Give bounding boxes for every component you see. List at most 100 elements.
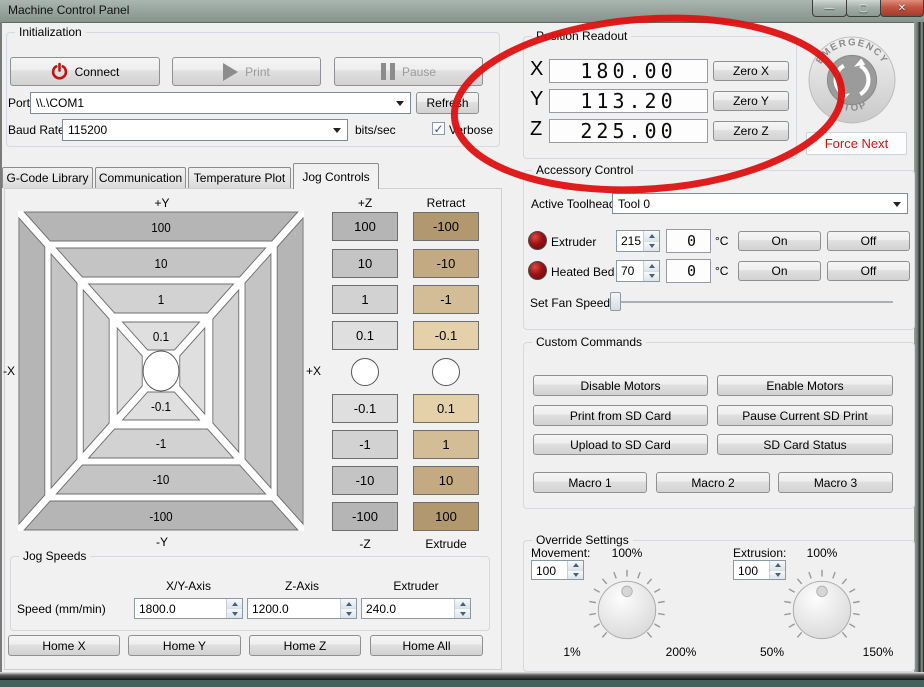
close-icon: ✕ — [898, 3, 906, 14]
heated-bed-on-label: On — [771, 264, 787, 278]
refresh-button[interactable]: Refresh — [416, 92, 479, 114]
jog-z-plus-10-button[interactable]: 10 — [332, 249, 398, 278]
retract-minus-100-button[interactable]: -100 — [413, 212, 479, 241]
jog-z-plus-0.1-button[interactable]: 0.1 — [332, 321, 398, 350]
retract-center-button[interactable] — [432, 358, 460, 386]
tab-jog-controls[interactable]: Jog Controls — [293, 163, 379, 189]
jog-x-plus-10[interactable] — [245, 254, 271, 488]
jog-z-button-label: 0.1 — [356, 328, 374, 343]
xy-speed-spinner[interactable]: 1800.0 — [134, 598, 243, 619]
pause-sd-print-button[interactable]: Pause Current SD Print — [717, 405, 893, 426]
zero-z-button[interactable]: Zero Z — [713, 121, 789, 141]
spinner-arrows[interactable] — [340, 599, 356, 618]
extrude-1-button[interactable]: 1 — [413, 430, 479, 459]
jog-z-plus-1-button[interactable]: 1 — [332, 285, 398, 314]
baud-rate-combobox[interactable]: 115200 — [62, 119, 348, 141]
heated-bed-off-button[interactable]: Off — [827, 261, 910, 281]
jog-x-minus-10[interactable] — [51, 254, 77, 488]
extruder-on-button[interactable]: On — [738, 231, 821, 251]
tab-temperature-plot[interactable]: Temperature Plot — [188, 167, 291, 188]
home-x-button[interactable]: Home X — [8, 635, 120, 656]
macro-3-button[interactable]: Macro 3 — [778, 472, 893, 493]
spinner-arrows[interactable] — [643, 231, 659, 251]
jog-x-minus-100[interactable] — [19, 218, 45, 524]
spinner-arrows[interactable] — [567, 561, 583, 579]
movement-override-value: 100 — [532, 561, 567, 579]
jog-z-center-button[interactable] — [351, 358, 379, 386]
jog-y-minus-10[interactable] — [56, 465, 265, 494]
jog-y-plus-100[interactable] — [24, 212, 297, 241]
zero-y-button[interactable]: Zero Y — [713, 91, 789, 111]
jog-y-plus-1[interactable] — [89, 284, 234, 313]
jog-z-minus-1-button[interactable]: -1 — [332, 430, 398, 459]
spinner-arrows[interactable] — [643, 261, 659, 281]
spin-down-icon — [232, 612, 238, 619]
retract-minus-1-button[interactable]: -1 — [413, 285, 479, 314]
extrude-10-button[interactable]: 10 — [413, 466, 479, 495]
position-z-value: 225.00 — [580, 119, 676, 143]
z-speed-spinner[interactable]: 1200.0 — [247, 598, 357, 619]
extruder-speed-spinner[interactable]: 240.0 — [361, 598, 471, 619]
jog-y-plus-10[interactable] — [56, 248, 265, 277]
retract-minus-0.1-button[interactable]: -0.1 — [413, 321, 479, 350]
spinner-arrows[interactable] — [454, 599, 470, 618]
movement-override-spinner[interactable]: 100 — [531, 560, 584, 580]
macro-1-button[interactable]: Macro 1 — [533, 472, 647, 493]
jog-z-plus-100-button[interactable]: 100 — [332, 212, 398, 241]
upload-to-sd-button[interactable]: Upload to SD Card — [533, 434, 708, 455]
zero-x-button[interactable]: Zero X — [713, 61, 789, 81]
force-next-button[interactable]: Force Next — [806, 132, 907, 155]
maximize-button[interactable]: ▢ — [846, 0, 881, 17]
active-toolhead-combobox[interactable]: Tool 0 — [612, 193, 908, 214]
retract-minus-10-button[interactable]: -10 — [413, 249, 479, 278]
axis-y-label: Y — [530, 88, 543, 111]
connect-button[interactable]: Connect — [10, 57, 160, 86]
extrusion-min-label: 50% — [752, 645, 792, 659]
jog-y-minus-1[interactable] — [89, 429, 234, 458]
extruder-off-button[interactable]: Off — [827, 231, 910, 251]
minimize-button[interactable]: — — [812, 0, 847, 17]
jog-x-minus-1[interactable] — [83, 290, 109, 452]
tab-communication[interactable]: Communication — [95, 167, 186, 188]
sd-card-status-button[interactable]: SD Card Status — [717, 434, 893, 455]
position-z-display: 225.00 — [549, 119, 708, 143]
disable-motors-button[interactable]: Disable Motors — [533, 375, 708, 396]
jog-center-button[interactable] — [143, 351, 179, 391]
tab-gcode-library[interactable]: G-Code Library — [2, 167, 93, 188]
heated-bed-setpoint-spinner[interactable]: 70 — [616, 260, 660, 282]
jog-x-plus-1[interactable] — [213, 290, 239, 452]
xy-axis-header: X/Y-Axis — [134, 579, 243, 593]
port-combobox[interactable]: \\.\COM1 — [30, 92, 411, 114]
print-button[interactable]: Print — [172, 57, 321, 86]
jog-z-minus-10-button[interactable]: -10 — [332, 466, 398, 495]
jog-z-minus-100-button[interactable]: -100 — [332, 502, 398, 531]
jog-speeds-group: Jog Speeds X/Y-Axis Z-Axis Extruder Spee… — [10, 556, 490, 631]
home-y-button[interactable]: Home Y — [128, 635, 241, 656]
close-button[interactable]: ✕ — [880, 0, 924, 17]
extrusion-knob[interactable] — [778, 566, 866, 654]
spinner-arrows[interactable] — [226, 599, 242, 618]
extrude-0.1-button[interactable]: 0.1 — [413, 394, 479, 423]
home-z-button[interactable]: Home Z — [249, 635, 361, 656]
heated-bed-on-button[interactable]: On — [738, 261, 821, 281]
enable-motors-button[interactable]: Enable Motors — [717, 375, 893, 396]
pause-button[interactable]: Pause — [334, 57, 483, 86]
emergency-stop-button[interactable]: EMERGENCY STOP — [808, 36, 896, 124]
extruder-setpoint-spinner[interactable]: 215 — [616, 230, 660, 252]
extrude-100-button[interactable]: 100 — [413, 502, 479, 531]
jog-y-minus-100[interactable] — [24, 501, 297, 530]
extruder-speed-value: 240.0 — [362, 599, 454, 618]
movement-knob[interactable] — [583, 566, 671, 654]
jog-x-plus-100[interactable] — [277, 218, 303, 524]
extrusion-override-value: 100 — [734, 561, 769, 579]
print-from-sd-button[interactable]: Print from SD Card — [533, 405, 708, 426]
machine-control-panel-window: Machine Control Panel — ▢ ✕ Initializati… — [0, 0, 924, 687]
fan-speed-track[interactable] — [612, 301, 893, 303]
macro-2-button[interactable]: Macro 2 — [656, 472, 770, 493]
verbose-checkbox[interactable]: ✓ — [432, 122, 445, 135]
jog-z-minus-0.1-button[interactable]: -0.1 — [332, 394, 398, 423]
home-all-button[interactable]: Home All — [370, 635, 483, 656]
macro-2-label: Macro 2 — [691, 476, 734, 490]
fan-speed-handle[interactable] — [610, 292, 621, 311]
title-bar[interactable]: Machine Control Panel — [0, 0, 924, 23]
